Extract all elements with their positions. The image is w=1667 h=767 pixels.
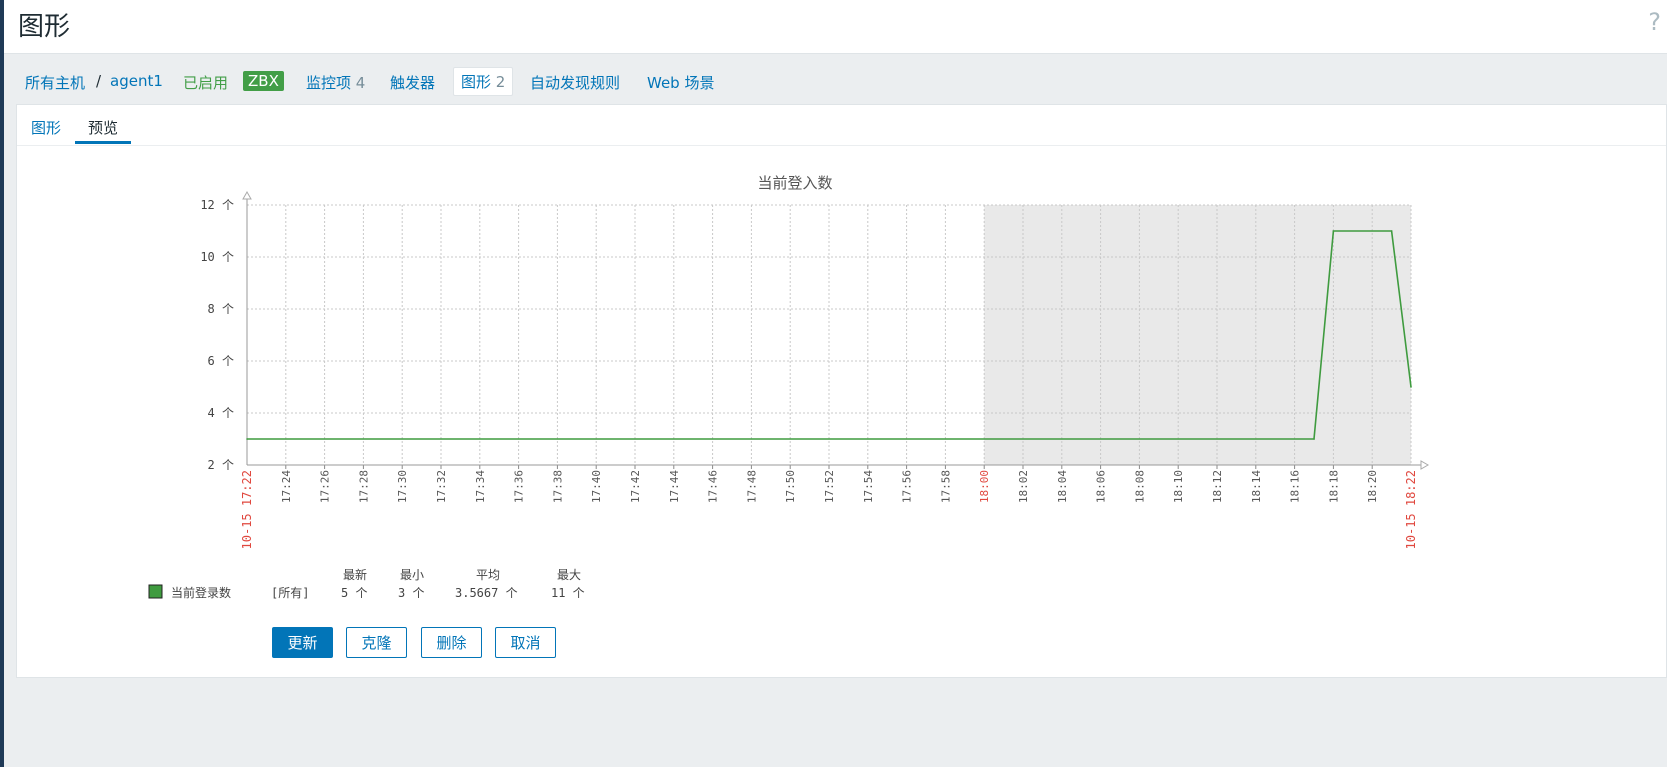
chart-x-tick-label: 18:14: [1250, 470, 1263, 503]
chart-x-tick-label: 18:10: [1172, 470, 1185, 503]
legend-color-swatch: [148, 584, 163, 599]
chart-x-tick-label: 17:30: [396, 470, 409, 503]
nav-graphs[interactable]: 图形 2: [453, 67, 514, 96]
chart-data-point: [1390, 230, 1393, 232]
chart-data-point: [1332, 230, 1335, 232]
chart-y-tick-label: 4 个: [208, 406, 234, 420]
chart-x-tick-label: 17:44: [668, 470, 681, 503]
chart-x-tick-label: 17:40: [590, 470, 603, 503]
nav-web-scenarios[interactable]: Web 场景: [647, 72, 714, 93]
chart-y-tick-label: 12 个: [200, 198, 234, 212]
tab-graph[interactable]: 图形: [31, 117, 61, 138]
legend-header-last: 最新: [343, 567, 367, 582]
legend-item-function: [所有]: [271, 586, 309, 600]
legend-item-label: 当前登录数: [171, 585, 231, 600]
chart-x-tick-label: 17:56: [901, 470, 914, 503]
delete-button[interactable]: 删除: [421, 627, 482, 658]
chart-x-axis-arrow: [1420, 460, 1430, 470]
page-title: 图形: [18, 12, 71, 42]
chart-data-point: [246, 438, 248, 440]
legend-avg-value: 3.5667 个: [455, 586, 518, 600]
active-tab-indicator: [75, 141, 131, 144]
help-icon[interactable]: ?: [1648, 8, 1661, 36]
chart-x-tick-label: 18:18: [1327, 470, 1340, 503]
breadcrumb-all-hosts[interactable]: 所有主机: [25, 72, 85, 93]
chart-x-tick-label: 17:42: [629, 470, 642, 503]
chart-title: 当前登入数: [757, 174, 832, 192]
legend-min-value: 3 个: [398, 586, 424, 600]
tab-bar: 图形 预览: [17, 105, 1666, 146]
chart-shaded-region: [984, 205, 1411, 465]
zbx-availability-badge: ZBX: [243, 71, 284, 91]
host-breadcrumb-nav: 所有主机 / agent1 已启用 ZBX 监控项 4 触发器 图形 2 自动发…: [4, 66, 1667, 96]
chart-x-tick-label: 18:02: [1017, 470, 1030, 503]
tab-preview[interactable]: 预览: [88, 117, 118, 138]
chart-x-tick-label: 17:24: [280, 470, 293, 503]
legend-header-avg: 平均: [476, 568, 500, 582]
graph-form-panel: 图形 预览 当前登入数 12 个 10 个 8 个 6 个 4 个 2 个 17:24 17:…: [16, 104, 1667, 678]
chart-y-tick-label: 8 个: [208, 302, 234, 316]
legend-max-value: 11 个: [551, 586, 585, 600]
chart-x-end-label: 10-15 18:22: [1404, 470, 1418, 549]
breadcrumb-host[interactable]: agent1: [110, 72, 163, 90]
host-status-enabled[interactable]: 已启用: [183, 72, 228, 93]
chart-plot-area: 12 个 10 个 8 个 6 个 4 个 2 个 17:24 17:26 17:28 17:30…: [200, 190, 1430, 549]
chart-x-tick-label: 17:38: [551, 470, 564, 503]
clone-button[interactable]: 克隆: [346, 627, 407, 658]
chart-x-tick-label: 17:50: [784, 470, 797, 503]
chart-x-tick-label: 17:36: [513, 470, 526, 503]
chart-data-point: [1313, 438, 1315, 440]
chart-x-tick-label: 17:32: [435, 470, 448, 503]
nav-triggers[interactable]: 触发器: [390, 72, 435, 93]
chart-x-tick-label: 18:20: [1366, 470, 1379, 503]
chart-x-tick-label: 18:04: [1056, 470, 1069, 503]
chart-x-tick-label: 18:00: [978, 470, 991, 503]
nav-graphs-count: 2: [495, 73, 506, 91]
nav-graphs-label: 图形: [461, 73, 492, 91]
chart-x-tick-label: 17:58: [939, 470, 952, 503]
chart-data-point: [1410, 386, 1412, 388]
cancel-button[interactable]: 取消: [495, 627, 556, 658]
nav-discovery-rules[interactable]: 自动发现规则: [530, 72, 620, 93]
legend-last-value: 5 个: [341, 586, 367, 600]
chart-x-tick-label: 17:34: [474, 470, 487, 503]
chart-x-tick-label: 17:26: [319, 470, 332, 503]
chart-x-start-label: 10-15 17:22: [240, 470, 254, 549]
nav-items-label: 监控项: [306, 74, 352, 92]
chart-y-tick-label: 6 个: [208, 354, 234, 368]
chart-y-tick-label: 10 个: [200, 250, 234, 264]
chart-x-tick-label: 17:46: [707, 470, 720, 503]
chart-x-tick-label: 18:16: [1289, 470, 1302, 503]
chart-x-tick-label: 17:28: [357, 470, 370, 503]
graph-preview-chart: 当前登入数 12 个 10 个 8 个 6 个 4 个 2 个 17:24 17:26 17:2…: [148, 174, 1430, 600]
chart-x-tick-label: 17:48: [745, 470, 758, 503]
chart-x-tick-label: 18:08: [1133, 470, 1146, 503]
update-button[interactable]: 更新: [272, 627, 333, 658]
nav-items-count: 4: [355, 74, 366, 92]
legend-header-min: 最小: [400, 568, 424, 582]
chart-x-tick-label: 17:52: [823, 470, 836, 503]
page-header: 图形 ?: [4, 0, 1667, 54]
breadcrumb-separator: /: [96, 72, 102, 90]
chart-x-tick-label: 18:06: [1095, 470, 1108, 503]
nav-items[interactable]: 监控项 4: [306, 72, 365, 93]
left-sidebar-edge: [0, 0, 4, 767]
legend-header-max: 最大: [557, 568, 581, 582]
chart-y-tick-label: 2 个: [208, 458, 234, 472]
chart-x-tick-label: 17:54: [862, 470, 875, 503]
chart-x-tick-label: 18:12: [1211, 470, 1224, 503]
chart-y-axis-arrow: [242, 190, 252, 200]
